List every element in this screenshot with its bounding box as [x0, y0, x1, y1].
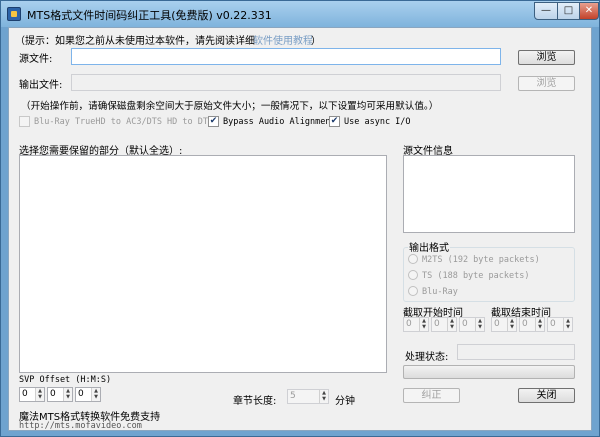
bluray-option-label: Blu-Ray [422, 287, 458, 297]
minimize-button[interactable]: — [534, 2, 558, 20]
source-browse-button[interactable]: 浏览 [518, 50, 575, 65]
m2ts-radio[interactable] [408, 254, 418, 264]
start-second-spinner[interactable]: 0 ▲ ▼ [459, 317, 485, 332]
start-hour-spinner[interactable]: 0 ▲ ▼ [403, 317, 429, 332]
ts-radio[interactable] [408, 270, 418, 280]
source-file-label: 源文件: [19, 54, 53, 65]
client-area: （提示：如果您之前从未使用过本软件，请先阅读详细 软件使用教程 ） 源文件: 浏… [8, 27, 592, 431]
spinner-arrows-icon: ▲ ▼ [447, 318, 456, 331]
output-file-input[interactable] [71, 74, 501, 91]
spinner-arrows-icon: ▲ ▼ [319, 390, 328, 403]
spinner-arrows-icon: ▲ ▼ [563, 318, 572, 331]
source-file-input[interactable] [71, 48, 501, 65]
truehd-option-label: Blu-Ray TrueHD to AC3/DTS HD to DTS [34, 117, 214, 127]
m2ts-option-label: M2TS (192 byte packets) [422, 255, 540, 265]
chapter-unit-label: 分钟 [335, 396, 355, 407]
svp-hour-spinner[interactable]: 0 ▲ ▼ [19, 387, 45, 402]
status-label: 处理状态: [405, 352, 449, 363]
output-browse-button[interactable]: 浏览 [518, 76, 575, 91]
bypass-audio-option-label: Bypass Audio Alignment [223, 117, 336, 127]
app-window: MTS格式文件时间码纠正工具(免费版) v0.22.331 — □ ✕ （提示：… [0, 0, 600, 437]
spinner-arrows-icon: ▲ ▼ [535, 318, 544, 331]
hint-suffix: ） [311, 36, 321, 47]
async-io-option-label: Use async I/O [344, 117, 411, 127]
title-bar[interactable]: MTS格式文件时间码纠正工具(免费版) v0.22.331 — □ ✕ [1, 1, 599, 27]
spinner-arrows-icon: ▲ ▼ [35, 388, 44, 401]
close-window-button[interactable]: ✕ [579, 2, 599, 20]
end-second-spinner[interactable]: 0 ▲ ▼ [547, 317, 573, 332]
tutorial-link[interactable]: 软件使用教程 [253, 32, 313, 47]
support-url[interactable]: http://mts.mofavideo.com [19, 421, 142, 431]
spinner-arrows-icon: ▲ ▼ [507, 318, 516, 331]
close-button[interactable]: 关闭 [518, 388, 575, 403]
progress-bar [403, 365, 575, 379]
svp-offset-label: SVP Offset (H:M:S) [19, 375, 112, 385]
source-info-box [403, 155, 575, 233]
start-minute-spinner[interactable]: 0 ▲ ▼ [431, 317, 457, 332]
ts-option-label: TS (188 byte packets) [422, 271, 530, 281]
disk-space-notice: （开始操作前，请确保磁盘剩余空间大于原始文件大小；一般情况下，以下设置均可采用默… [21, 101, 439, 112]
bypass-audio-checkbox[interactable]: ✔ [208, 116, 219, 127]
end-minute-spinner[interactable]: 0 ▲ ▼ [519, 317, 545, 332]
app-icon [7, 7, 21, 21]
bluray-radio[interactable] [408, 286, 418, 296]
parts-list[interactable] [19, 155, 387, 373]
chapter-length-label: 章节长度: [233, 396, 277, 407]
fix-button[interactable]: 纠正 [403, 388, 460, 403]
spinner-arrows-icon: ▲ ▼ [91, 388, 100, 401]
output-format-label: 输出格式 [408, 239, 450, 254]
svp-second-spinner[interactable]: 0 ▲ ▼ [75, 387, 101, 402]
async-io-checkbox[interactable]: ✔ [329, 116, 340, 127]
hint-text: （提示：如果您之前从未使用过本软件，请先阅读详细 [15, 36, 255, 47]
chapter-length-spinner[interactable]: 5 ▲ ▼ [287, 389, 329, 404]
end-hour-spinner[interactable]: 0 ▲ ▼ [491, 317, 517, 332]
window-title: MTS格式文件时间码纠正工具(免费版) v0.22.331 [27, 9, 272, 22]
status-value-box [457, 344, 575, 360]
output-file-label: 输出文件: [19, 80, 63, 91]
spinner-arrows-icon: ▲ ▼ [419, 318, 428, 331]
truehd-checkbox[interactable] [19, 116, 30, 127]
maximize-button[interactable]: □ [557, 2, 580, 20]
spinner-arrows-icon: ▲ ▼ [63, 388, 72, 401]
svp-minute-spinner[interactable]: 0 ▲ ▼ [47, 387, 73, 402]
spinner-arrows-icon: ▲ ▼ [475, 318, 484, 331]
